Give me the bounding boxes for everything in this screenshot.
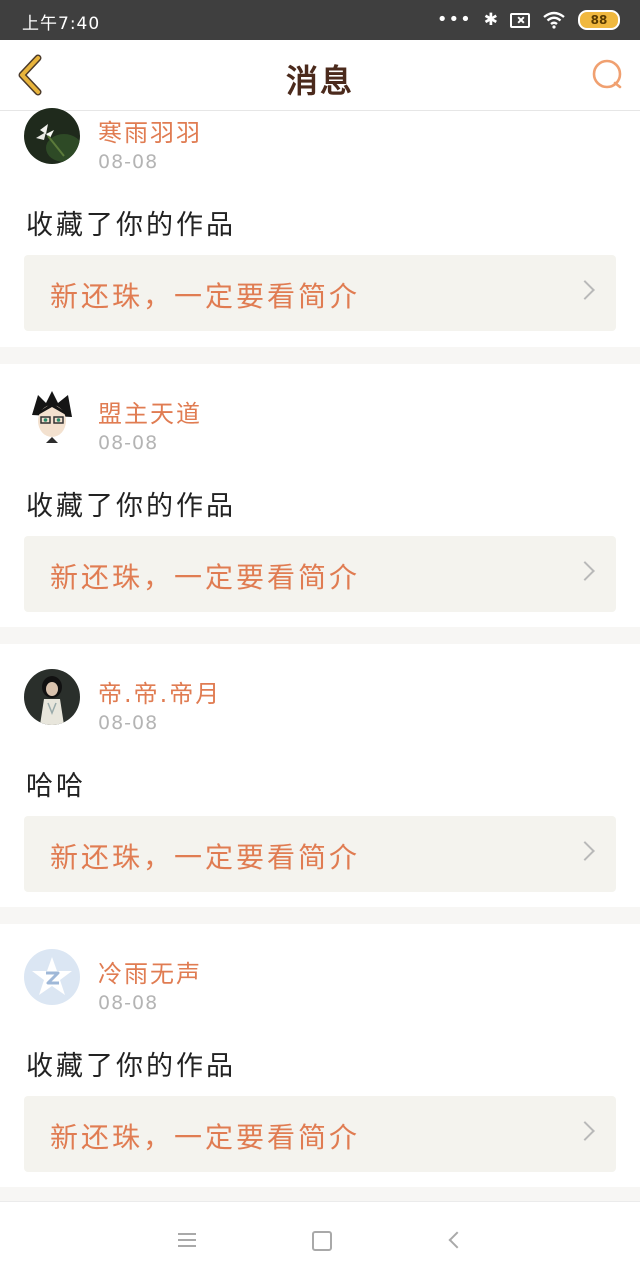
message-date: 08-08 bbox=[98, 432, 159, 454]
anime-boy-avatar-icon bbox=[24, 389, 80, 445]
nickname[interactable]: 寒雨羽羽 bbox=[98, 113, 202, 148]
chevron-right-icon bbox=[575, 280, 595, 300]
default-qq-avatar-icon bbox=[24, 949, 80, 1005]
avatar[interactable] bbox=[24, 669, 80, 725]
page-title: 消息 bbox=[285, 62, 354, 100]
message-date: 08-08 bbox=[98, 151, 159, 173]
work-title: 新还珠，一定要看简介 bbox=[50, 561, 361, 594]
status-bar: 上午7:40 ••• ✱ 88 bbox=[0, 0, 640, 40]
search-icon bbox=[592, 59, 622, 89]
system-nav-bar bbox=[0, 1201, 640, 1280]
back-nav-icon[interactable] bbox=[448, 1231, 466, 1249]
message-list: 寒雨羽羽 08-08 收藏了你的作品 新还珠，一定要看简介 盟主天道 08-08… bbox=[0, 108, 640, 1204]
message-text: 哈哈 bbox=[26, 771, 86, 802]
work-link[interactable]: 新还珠，一定要看简介 bbox=[24, 255, 616, 331]
message-card: 盟主天道 08-08 收藏了你的作品 新还珠，一定要看简介 bbox=[0, 364, 640, 627]
battery-icon: 88 bbox=[578, 10, 620, 30]
menu-icon[interactable] bbox=[178, 1233, 196, 1247]
avatar[interactable] bbox=[24, 949, 80, 1005]
app-header: 消息 bbox=[0, 40, 640, 111]
chevron-right-icon bbox=[575, 841, 595, 861]
message-card: 帝.帝.帝月 08-08 哈哈 新还珠，一定要看简介 bbox=[0, 644, 640, 907]
flower-avatar-icon bbox=[24, 108, 80, 164]
nickname[interactable]: 冷雨无声 bbox=[98, 954, 202, 989]
work-title: 新还珠，一定要看简介 bbox=[50, 280, 361, 313]
bluetooth-icon: ✱ bbox=[483, 10, 498, 30]
nickname[interactable]: 帝.帝.帝月 bbox=[98, 674, 221, 709]
more-dots-icon: ••• bbox=[436, 9, 472, 30]
chevron-right-icon bbox=[575, 1121, 595, 1141]
message-date: 08-08 bbox=[98, 992, 159, 1014]
status-icons: ••• ✱ 88 bbox=[437, 8, 620, 32]
chevron-right-icon bbox=[575, 561, 595, 581]
message-date: 08-08 bbox=[98, 712, 159, 734]
message-card: 寒雨羽羽 08-08 收藏了你的作品 新还珠，一定要看简介 bbox=[0, 108, 640, 347]
message-text: 收藏了你的作品 bbox=[26, 1051, 236, 1082]
nickname[interactable]: 盟主天道 bbox=[98, 394, 202, 429]
avatar[interactable] bbox=[24, 108, 80, 164]
work-link[interactable]: 新还珠，一定要看简介 bbox=[24, 816, 616, 892]
status-time: 上午7:40 bbox=[22, 14, 101, 34]
girl-avatar-icon bbox=[24, 669, 80, 725]
wifi-icon bbox=[543, 11, 565, 29]
message-text: 收藏了你的作品 bbox=[26, 210, 236, 241]
message-card: 冷雨无声 08-08 收藏了你的作品 新还珠，一定要看简介 bbox=[0, 924, 640, 1187]
message-text: 收藏了你的作品 bbox=[26, 491, 236, 522]
work-link[interactable]: 新还珠，一定要看简介 bbox=[24, 536, 616, 612]
home-icon[interactable] bbox=[312, 1231, 332, 1251]
work-link[interactable]: 新还珠，一定要看简介 bbox=[24, 1096, 616, 1172]
work-title: 新还珠，一定要看简介 bbox=[50, 841, 361, 874]
work-title: 新还珠，一定要看简介 bbox=[50, 1121, 361, 1154]
search-button[interactable] bbox=[586, 54, 628, 96]
avatar[interactable] bbox=[24, 389, 80, 445]
no-sim-icon bbox=[510, 12, 530, 28]
